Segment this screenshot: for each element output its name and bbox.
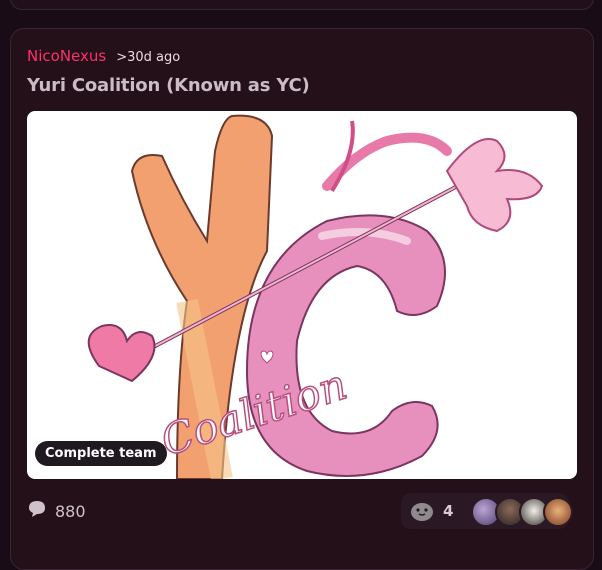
yc-logo-artwork: Coalition — [87, 114, 544, 479]
complete-team-badge: Complete team — [35, 441, 167, 466]
avatar[interactable] — [543, 497, 573, 527]
author-name[interactable]: NicoNexus — [27, 47, 106, 65]
post-meta: NicoNexus >30d ago — [27, 47, 180, 65]
comment-count[interactable]: 880 — [55, 502, 86, 521]
team-members[interactable]: 4 — [401, 493, 573, 529]
speech-bubble-icon — [27, 499, 47, 523]
avatar-stack[interactable] — [471, 497, 573, 527]
seal-icon — [409, 499, 435, 527]
post-stats: 880 — [27, 499, 86, 523]
previous-post-card — [10, 0, 594, 10]
member-count: 4 — [443, 502, 454, 520]
post-card[interactable]: NicoNexus >30d ago Yuri Coalition (Known… — [10, 28, 594, 570]
post-image[interactable]: Coalition Complete team — [27, 111, 577, 479]
post-title[interactable]: Yuri Coalition (Known as YC) — [27, 75, 310, 96]
post-time: >30d ago — [116, 50, 181, 65]
